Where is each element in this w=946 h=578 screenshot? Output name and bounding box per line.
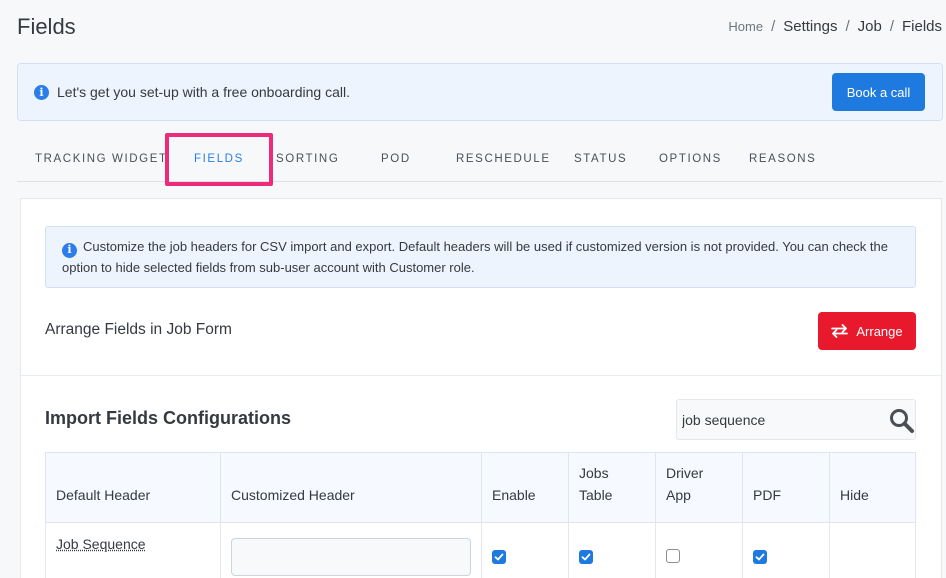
enable-checkbox[interactable] (492, 549, 506, 564)
col-driver-app-line1: Driver (666, 465, 704, 481)
arrange-button-label: Arrange (856, 323, 903, 339)
driver-app-checkbox[interactable] (666, 548, 680, 563)
settings-tabs: TRACKING WIDGET FIELDS SORTING POD RESCH… (17, 130, 943, 182)
col-enable: Enable (481, 452, 569, 523)
col-jobs-table: Jobs Table (568, 452, 656, 523)
col-customized-header: Customized Header (220, 452, 482, 523)
cell-field-name: Job Sequence (45, 522, 221, 578)
col-jobs-table-line1: Jobs (579, 465, 609, 481)
breadcrumb-fields: Fields (901, 18, 942, 35)
col-pdf: PDF (742, 452, 830, 523)
check-icon (494, 553, 504, 560)
arrange-button[interactable]: Arrange (818, 312, 916, 350)
col-default-header: Default Header (45, 452, 221, 523)
table-header-row: Default Header Customized Header Enable … (45, 452, 916, 523)
jobs-table-checkbox[interactable] (579, 549, 593, 564)
pdf-checkbox[interactable] (753, 549, 767, 564)
search-box (676, 399, 916, 440)
tab-tracking-widget[interactable]: TRACKING WIDGET (35, 153, 168, 165)
search-input[interactable] (682, 400, 882, 439)
swap-arrows-icon (831, 324, 849, 338)
section-divider (21, 375, 941, 376)
breadcrumb-job[interactable]: Job (858, 18, 882, 35)
tab-sorting[interactable]: SORTING (276, 153, 339, 165)
tab-reschedule[interactable]: RESCHEDULE (456, 153, 551, 165)
info-icon: i (34, 84, 49, 100)
breadcrumb-settings[interactable]: Settings (783, 18, 837, 35)
info-icon: i (62, 242, 77, 258)
fields-table: Default Header Customized Header Enable … (45, 452, 916, 578)
col-jobs-table-line2: Table (579, 487, 613, 503)
table-row: Job Sequence (45, 522, 916, 578)
onboarding-text: Let's get you set-up with a free onboard… (57, 84, 350, 100)
cell-pdf (742, 522, 830, 578)
tab-pod[interactable]: POD (381, 153, 411, 165)
breadcrumb-home[interactable]: Home (728, 19, 763, 34)
import-fields-title: Import Fields Configurations (45, 408, 291, 428)
cell-enable (481, 522, 569, 578)
cell-driver-app (655, 522, 743, 578)
info-notice: i Customize the job headers for CSV impor… (45, 226, 916, 288)
col-driver-app-line2: App (666, 487, 691, 503)
onboarding-banner: i Let's get you set-up with a free onboa… (17, 63, 943, 121)
check-icon (755, 553, 765, 560)
book-call-button[interactable]: Book a call (832, 73, 925, 111)
page-title: Fields (17, 14, 76, 39)
notice-text: Customize the job headers for CSV import… (62, 239, 888, 275)
col-hide: Hide (829, 452, 916, 523)
arrange-fields-label: Arrange Fields in Job Form (45, 321, 232, 338)
cell-hide (829, 522, 916, 578)
fields-tab-highlight (165, 133, 273, 186)
field-name: Job Sequence (56, 535, 146, 552)
breadcrumb-separator: / (771, 18, 776, 35)
breadcrumb: Home / Settings / Job / Fields (728, 18, 942, 35)
col-driver-app: Driver App (655, 452, 743, 523)
check-icon (581, 553, 591, 560)
cell-customized-header (220, 522, 482, 578)
tab-options[interactable]: OPTIONS (659, 153, 722, 165)
fields-card: i Customize the job headers for CSV impor… (20, 198, 942, 578)
cell-jobs-table (568, 522, 656, 578)
tab-reasons[interactable]: REASONS (749, 153, 816, 165)
breadcrumb-separator: / (845, 18, 850, 35)
tab-status[interactable]: STATUS (574, 153, 627, 165)
customized-header-input[interactable] (231, 538, 471, 576)
breadcrumb-separator: / (889, 18, 894, 35)
search-icon[interactable] (889, 408, 915, 434)
